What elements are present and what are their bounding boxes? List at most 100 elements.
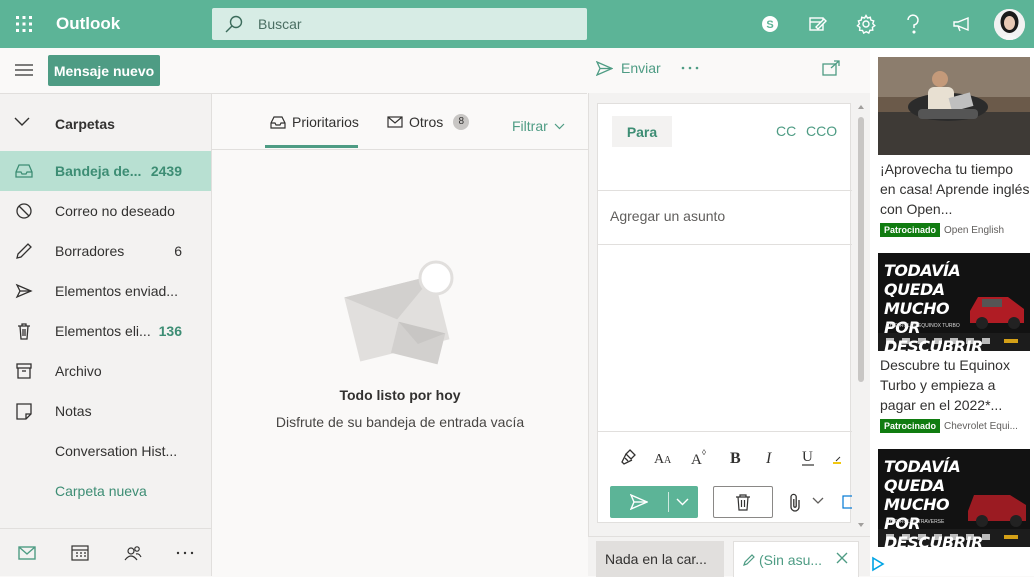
filter-button[interactable]: Filtrar bbox=[512, 118, 565, 134]
ad-image-headline: TODAVÍA QUEDA MUCHO POR DESCUBRIR bbox=[884, 261, 983, 351]
insert-picture-icon[interactable] bbox=[842, 494, 852, 510]
unread-count: 136 bbox=[158, 323, 182, 339]
ad-headline: ¡Aprovecha tu tiempo en casa! Aprende in… bbox=[880, 161, 1030, 217]
bcc-button[interactable]: CCO bbox=[806, 123, 837, 139]
folder-label: Elementos eli... bbox=[55, 323, 151, 339]
svg-text:B: B bbox=[730, 450, 741, 465]
chevron-down-icon[interactable] bbox=[676, 498, 689, 506]
folder-item-drafts[interactable]: Borradores 6 bbox=[0, 231, 211, 271]
scrollbar-thumb[interactable] bbox=[858, 117, 864, 382]
new-folder-label: Carpeta nueva bbox=[55, 483, 147, 499]
search-placeholder: Buscar bbox=[258, 16, 302, 32]
to-button[interactable]: Para bbox=[612, 116, 672, 147]
draft-tabs: Nada en la car... (Sin asu... bbox=[588, 536, 870, 577]
folder-item-sent[interactable]: Elementos enviad... bbox=[0, 271, 211, 311]
empty-state-subtitle: Disfrute de su bandeja de entrada vacía bbox=[275, 414, 525, 430]
new-folder-link[interactable]: Carpeta nueva bbox=[0, 471, 211, 511]
empty-inbox-illustration bbox=[342, 254, 462, 374]
ad-card[interactable]: ¡Aprovecha tu tiempo en casa! Aprende in… bbox=[878, 57, 1030, 237]
attach-icon[interactable] bbox=[788, 492, 802, 512]
ad-meta: Patrocinado Chevrolet Equi... bbox=[878, 419, 1030, 433]
avatar[interactable] bbox=[994, 9, 1025, 40]
bold-icon[interactable]: B bbox=[723, 445, 749, 469]
my-day-icon[interactable] bbox=[803, 9, 833, 39]
discard-button[interactable] bbox=[713, 486, 773, 518]
ad-card[interactable]: TODAVÍA QUEDA MUCHO POR DESCUBRIR CHEVRO… bbox=[878, 449, 1030, 547]
folders-header[interactable]: Carpetas bbox=[0, 104, 211, 144]
help-icon[interactable] bbox=[898, 9, 928, 39]
chevron-down-icon[interactable] bbox=[812, 497, 824, 505]
folder-label: Conversation Hist... bbox=[55, 443, 178, 459]
module-switcher bbox=[0, 528, 211, 576]
other-count-badge: 8 bbox=[453, 114, 470, 130]
draft-tab-inbox[interactable]: Nada en la car... bbox=[596, 541, 724, 577]
hamburger-menu-icon[interactable] bbox=[10, 58, 38, 82]
italic-icon[interactable]: I bbox=[758, 445, 784, 469]
split-divider bbox=[668, 492, 669, 512]
ad-meta: Patrocinado Open English bbox=[878, 223, 1030, 237]
people-icon[interactable] bbox=[122, 543, 144, 563]
compose-form: Para CC CCO Agregar un asunto AA A ◊ B I … bbox=[597, 103, 852, 523]
folder-item-archive[interactable]: Archivo bbox=[0, 351, 211, 391]
folder-item-inbox[interactable]: Bandeja de... 2439 bbox=[0, 151, 211, 191]
tab-other[interactable]: Otros 8 bbox=[387, 114, 470, 130]
archive-icon bbox=[14, 362, 34, 380]
list-divider bbox=[212, 149, 588, 150]
folder-item-conversation-history[interactable]: Conversation Hist... bbox=[0, 431, 211, 471]
folder-label: Elementos enviad... bbox=[55, 283, 178, 299]
ad-card[interactable]: TODAVÍA QUEDA MUCHO POR DESCUBRIR CHEVRO… bbox=[878, 253, 1030, 433]
mail-icon[interactable] bbox=[16, 543, 38, 563]
font-size-icon[interactable]: AA bbox=[651, 445, 677, 469]
recipient-divider bbox=[598, 190, 852, 191]
close-icon[interactable] bbox=[836, 552, 848, 564]
folder-item-deleted[interactable]: Elementos eli... 136 bbox=[0, 311, 211, 351]
tab-focused[interactable]: Prioritarios bbox=[270, 114, 359, 130]
subject-field[interactable]: Agregar un asunto bbox=[610, 208, 725, 224]
inbox-icon bbox=[14, 162, 34, 180]
app-name[interactable]: Outlook bbox=[56, 14, 120, 34]
command-bar: Mensaje nuevo Enviar bbox=[0, 48, 870, 93]
ad-advertiser: Open English bbox=[944, 224, 1005, 236]
feedback-icon[interactable] bbox=[947, 9, 977, 39]
chevron-down-icon bbox=[554, 123, 565, 130]
ad-image bbox=[878, 57, 1030, 155]
folder-item-junk[interactable]: Correo no deseado bbox=[0, 191, 211, 231]
notes-icon bbox=[14, 402, 34, 420]
focused-inbox-icon bbox=[270, 115, 286, 129]
cc-button[interactable]: CC bbox=[776, 123, 796, 139]
folder-item-notes[interactable]: Notas bbox=[0, 391, 211, 431]
search-icon bbox=[224, 15, 244, 33]
ad-rail: ¡Aprovecha tu tiempo en casa! Aprende in… bbox=[870, 48, 1034, 576]
message-list: Prioritarios Otros 8 Filtrar Todo listo … bbox=[211, 93, 588, 576]
highlight-icon[interactable] bbox=[830, 445, 846, 469]
calendar-icon[interactable] bbox=[69, 543, 91, 563]
svg-text:◊: ◊ bbox=[702, 448, 706, 457]
tab-other-label: Otros bbox=[409, 114, 444, 130]
more-apps-icon[interactable] bbox=[174, 543, 196, 563]
folder-label: Borradores bbox=[55, 243, 125, 259]
adchoices-icon[interactable] bbox=[870, 556, 886, 572]
text-effects-icon[interactable]: A ◊ bbox=[688, 445, 714, 469]
top-bar: Outlook Buscar S bbox=[0, 0, 1034, 48]
ad-image: TODAVÍA QUEDA MUCHO POR DESCUBRIR CHEVRO… bbox=[878, 449, 1030, 547]
settings-icon[interactable] bbox=[851, 9, 881, 39]
search-box[interactable]: Buscar bbox=[212, 8, 587, 40]
ad-headline: Descubre tu Equinox Turbo y empieza a pa… bbox=[880, 357, 1010, 413]
pencil-icon bbox=[742, 553, 756, 567]
draft-tab-label: (Sin asu... bbox=[759, 552, 823, 568]
app-launcher-icon[interactable] bbox=[6, 6, 42, 42]
more-options-icon[interactable] bbox=[680, 58, 702, 80]
message-body[interactable] bbox=[598, 245, 852, 431]
send-split-button[interactable] bbox=[610, 486, 698, 518]
new-message-button[interactable]: Mensaje nuevo bbox=[48, 55, 160, 86]
junk-icon bbox=[14, 202, 34, 220]
popout-icon[interactable] bbox=[822, 60, 840, 76]
tab-focused-underline bbox=[265, 145, 358, 148]
send-button[interactable]: Enviar bbox=[596, 60, 661, 76]
format-painter-icon[interactable] bbox=[616, 445, 642, 469]
filter-label: Filtrar bbox=[512, 118, 548, 134]
skype-icon[interactable]: S bbox=[755, 9, 785, 39]
underline-icon[interactable]: U bbox=[795, 445, 821, 469]
compose-scrollbar[interactable] bbox=[857, 103, 865, 531]
draft-tab-compose[interactable]: (Sin asu... bbox=[733, 541, 859, 577]
